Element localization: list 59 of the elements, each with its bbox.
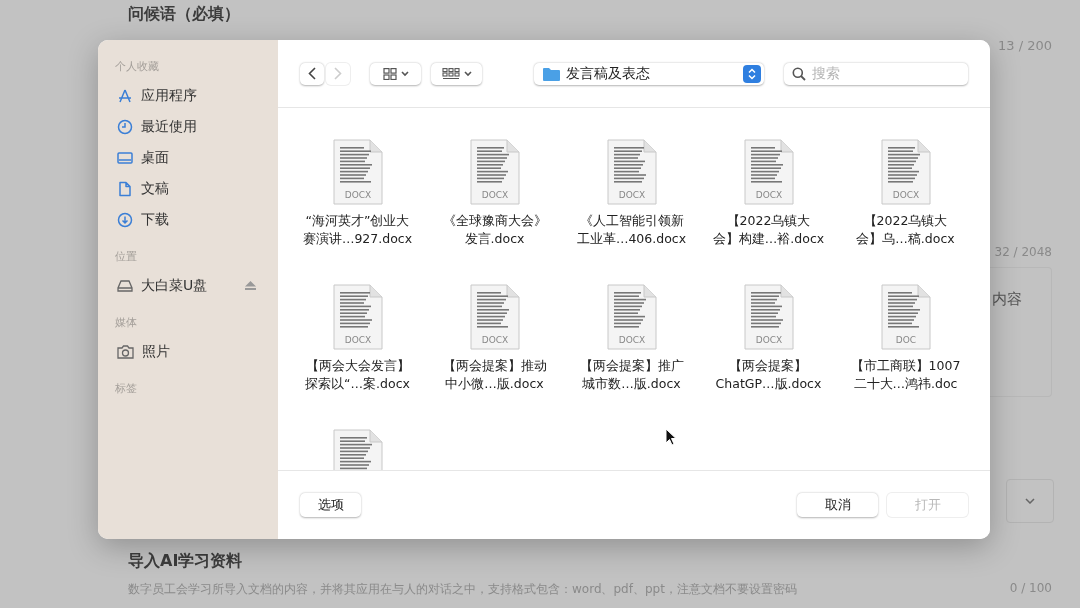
clock-icon (117, 118, 133, 135)
icon-view-button[interactable] (370, 62, 421, 85)
group-button[interactable] (431, 62, 482, 85)
sidebar-item[interactable]: 下载 (115, 204, 266, 235)
folder-path-dropdown[interactable]: 发言稿及表态 (534, 62, 764, 85)
camera-icon (117, 343, 134, 360)
mouse-pointer-icon (665, 428, 677, 446)
grid-icon (441, 67, 472, 80)
dropdown-field[interactable] (1006, 479, 1054, 523)
file-name[interactable]: 《人工智能引领新 工业革…406.docx (576, 212, 687, 248)
file-name[interactable]: 【2022乌镇大 会】构建…裕.docx (712, 212, 825, 248)
section-title: 问候语（必填） (128, 4, 241, 25)
content-placeholder: 内容 (992, 290, 1022, 308)
options-button[interactable]: 选项 (300, 493, 361, 517)
drive-icon (117, 277, 133, 294)
sidebar-item[interactable]: 应用程序 (115, 80, 266, 111)
document-icon (117, 180, 133, 197)
sidebar-section-title: 个人收藏 (115, 59, 160, 74)
file-name[interactable]: 【两会提案】推广 城市数…版.docx (579, 357, 684, 393)
file-name[interactable]: 【两会大会发言】 探索以“…案.docx (305, 357, 410, 393)
sidebar-item[interactable]: 大白菜U盘 (115, 270, 266, 301)
sidebar-section-title: 媒体 (115, 315, 138, 330)
file-name[interactable]: 【两会提案】 ChatGP…版.docx (715, 357, 822, 393)
character-count: 13 / 200 (998, 38, 1052, 53)
folder-icon (543, 66, 560, 81)
document-thumbnail: DOCX (605, 139, 658, 205)
document-thumbnail: DOCX (331, 139, 384, 205)
section-title: 导入AI学习资料 (128, 551, 244, 572)
document-thumbnail: DOCX (605, 284, 658, 350)
sidebar-item[interactable]: 照片 (115, 336, 266, 367)
desktop-icon (117, 149, 133, 166)
chevron-right-icon (334, 67, 342, 80)
document-thumbnail: DOCX (742, 139, 795, 205)
sidebar-item[interactable]: 文稿 (115, 173, 266, 204)
sidebar-section-title: 位置 (115, 249, 138, 264)
document-thumbnail: DOCX (879, 139, 932, 205)
document-thumbnail: DOC (879, 284, 932, 350)
back-button[interactable] (300, 62, 324, 85)
document-thumbnail: DOCX (331, 284, 384, 350)
file-name[interactable]: 【市工商联】1007 二十大…鸿祎.doc (850, 357, 961, 393)
chevron-left-icon (308, 67, 316, 80)
sidebar-item[interactable]: 桌面 (115, 142, 266, 173)
cancel-button[interactable]: 取消 (797, 493, 878, 517)
search-icon (792, 66, 806, 81)
up-down-icon (743, 64, 761, 83)
grid-icon (382, 67, 409, 80)
search-placeholder: 搜索 (812, 64, 840, 83)
file-name[interactable]: 【2022乌镇大 会】乌…稿.docx (856, 212, 955, 248)
app-store-icon (117, 87, 133, 104)
file-name[interactable]: 【两会提案】推动 中小微…版.docx (442, 357, 547, 393)
sidebar-section-title: 标签 (115, 381, 138, 396)
document-thumbnail: DOCX (468, 139, 521, 205)
sidebar-item[interactable]: 最近使用 (115, 111, 266, 142)
file-name[interactable]: 《全球豫商大会》 发言.docx (442, 212, 547, 248)
download-icon (117, 211, 133, 228)
file-name[interactable]: “海河英才”创业大 赛演讲…927.docx (302, 212, 413, 248)
chevron-down-icon (1025, 498, 1035, 504)
document-thumbnail: DOCX (468, 284, 521, 350)
document-thumbnail: DOCX (742, 284, 795, 350)
